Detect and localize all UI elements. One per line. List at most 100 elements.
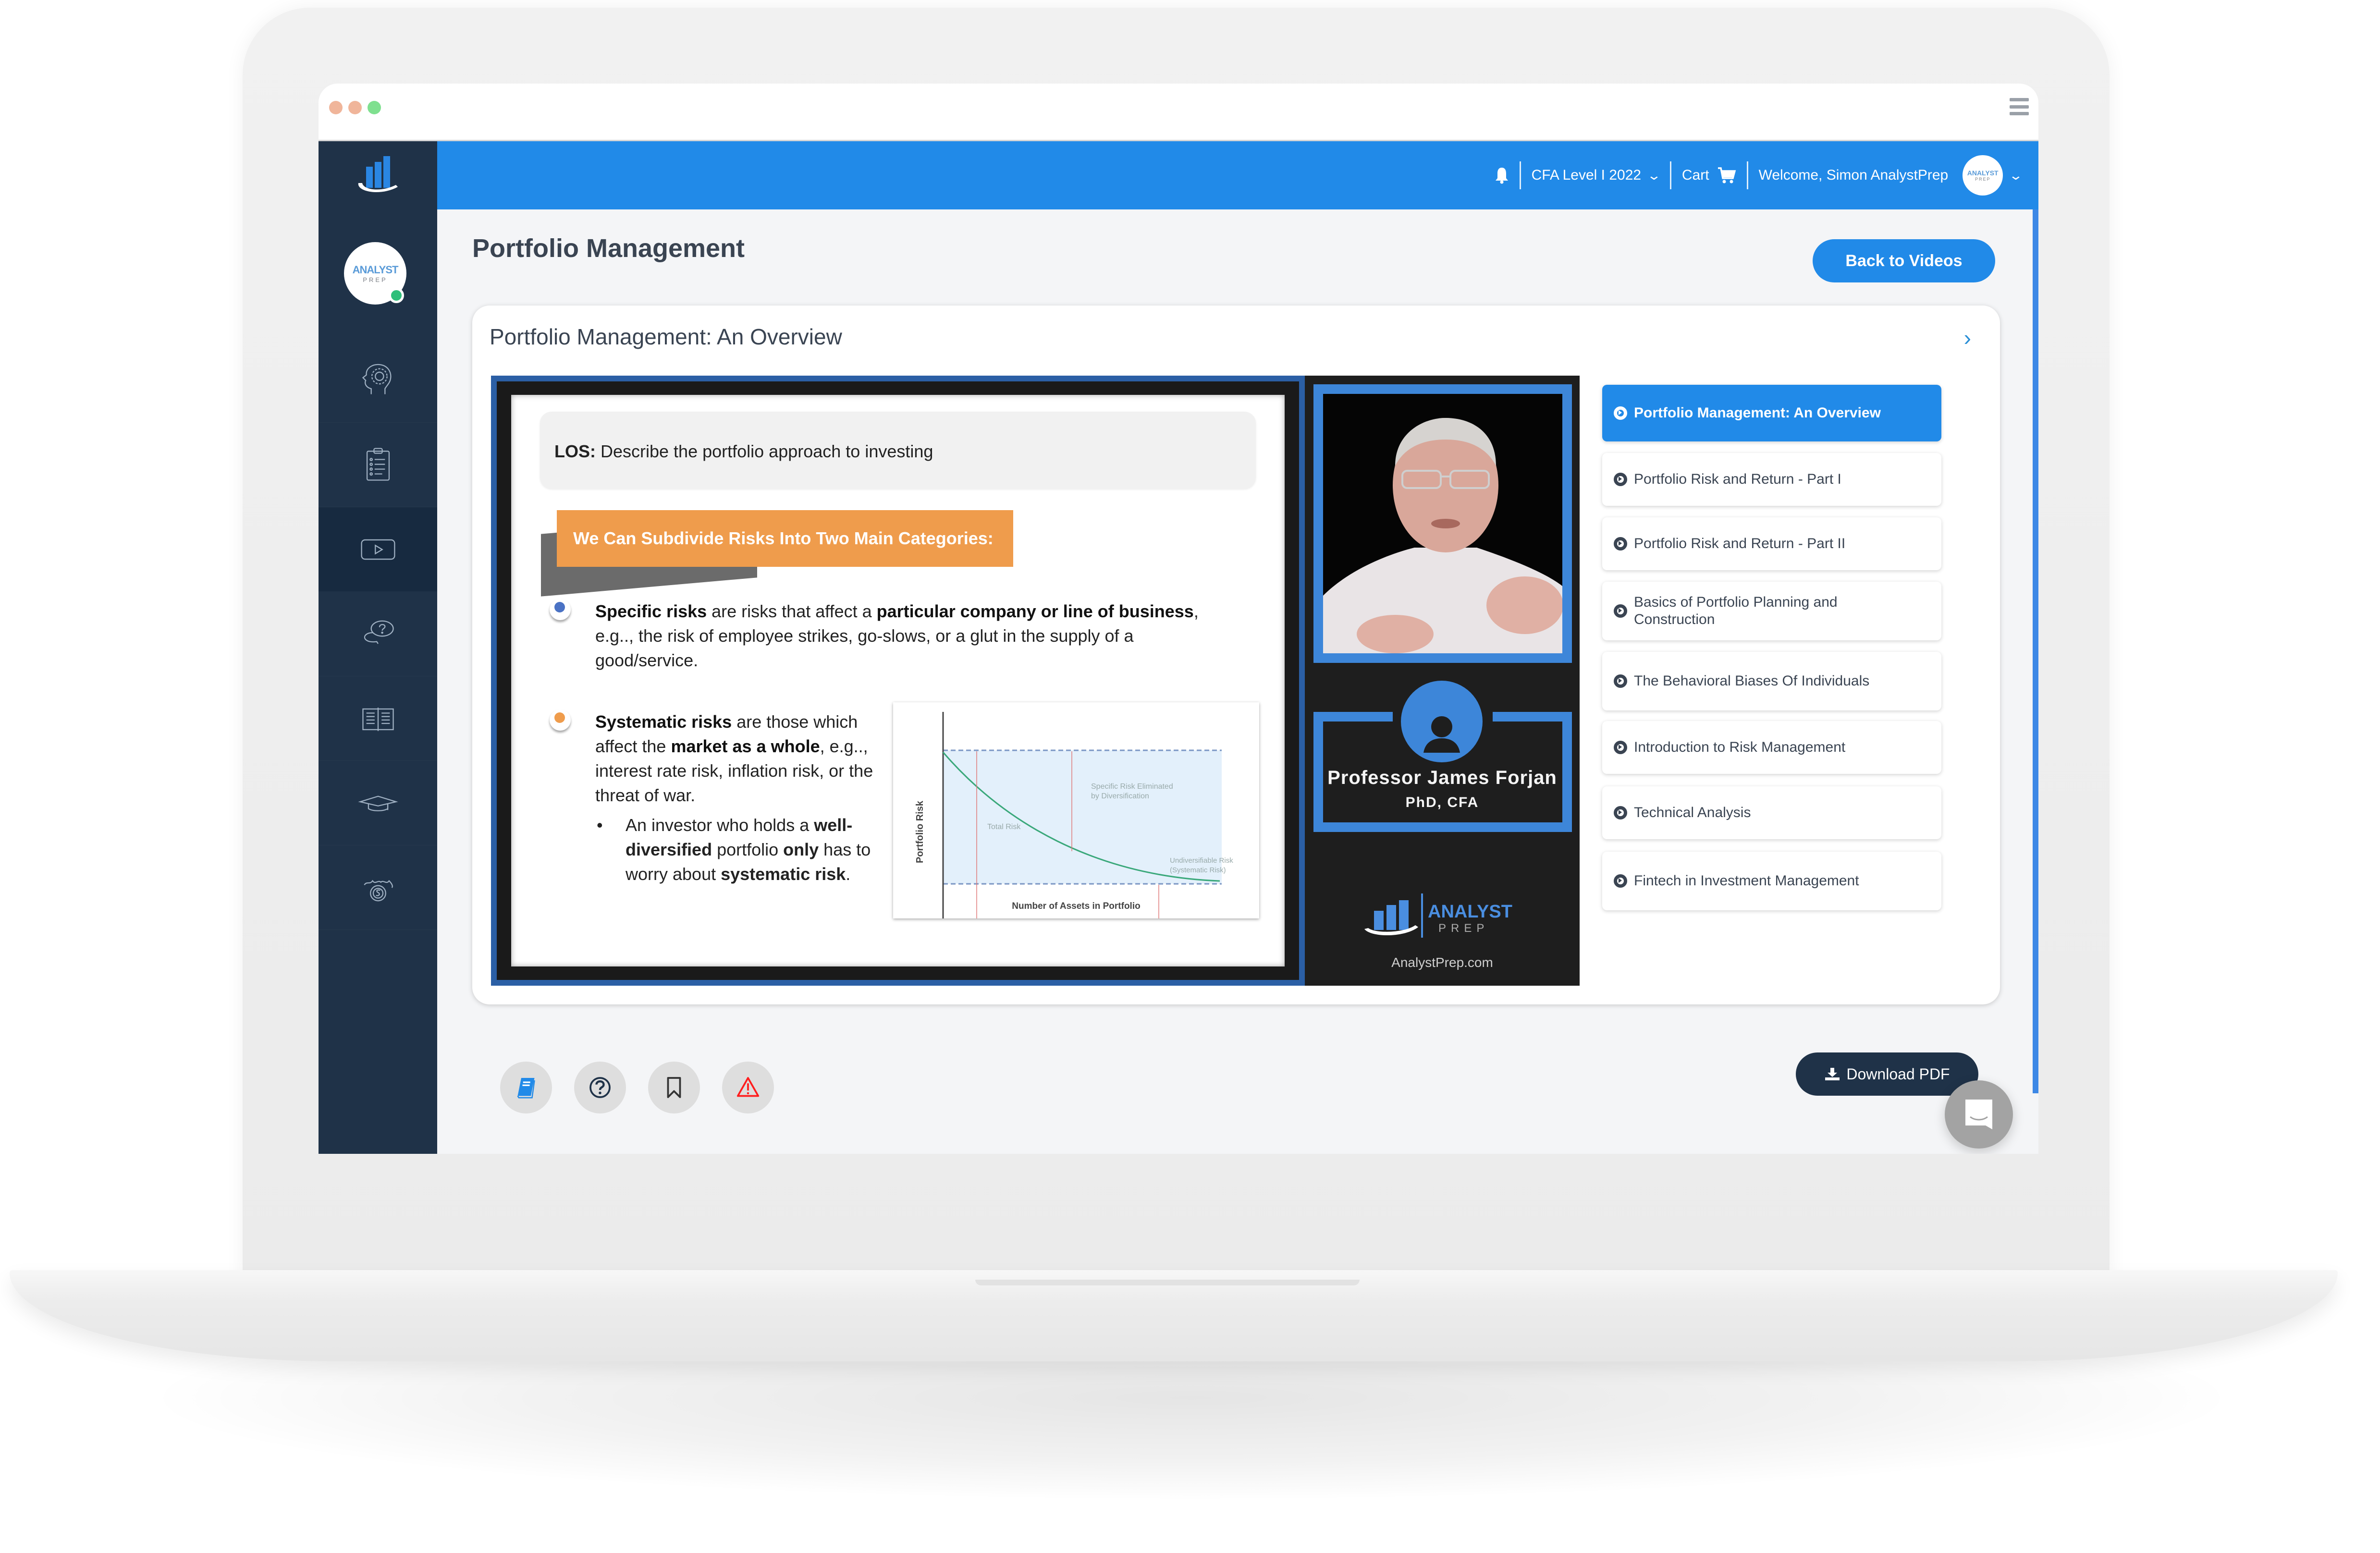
crown-coin-icon (363, 880, 393, 901)
ask-question-button[interactable] (574, 1062, 626, 1113)
lesson-item[interactable]: Introduction to Risk Management (1602, 721, 1941, 774)
analystprep-logo: ANALYST PREP (1364, 893, 1512, 938)
sidebar-item-study-notes[interactable] (319, 676, 437, 761)
los-label: LOS: (554, 441, 596, 461)
sub-bullet-fragment: portfolio (712, 840, 784, 859)
sidebar-item-exams[interactable] (319, 761, 437, 845)
slide-banner: We Can Subdivide Risks Into Two Main Cat… (557, 510, 1013, 567)
header-avatar: ANALYST PREP (1963, 155, 2003, 196)
report-issue-button[interactable] (722, 1062, 774, 1113)
presenter-credentials: PhD, CFA (1405, 795, 1479, 810)
los-description: Describe the portfolio approach to inves… (596, 441, 933, 461)
chevron-right-icon[interactable]: › (1964, 325, 1971, 351)
diagram-x-label: Number of Assets in Portfolio (1012, 901, 1140, 911)
lesson-title: Basics of Portfolio Planning and Constru… (1634, 594, 1838, 627)
course-selector-label: CFA Level I 2022 (1531, 167, 1642, 183)
lesson-title: Portfolio Risk and Return - Part I (1634, 471, 1841, 487)
sub-bullet-marker: • (597, 815, 603, 835)
sidebar-item-rewards[interactable] (319, 845, 437, 930)
minimize-window-icon[interactable] (348, 101, 362, 114)
welcome-text: Welcome, Simon AnalystPrep (1758, 167, 1949, 183)
sub-bullet-fragment: systematic risk (721, 864, 846, 884)
play-circle-icon (1614, 806, 1627, 819)
systematic-risks-fragment: Systematic risks (595, 712, 732, 732)
diagram-svg: Portfolio Risk Number of Assets in Portf… (915, 712, 1233, 918)
hamburger-icon[interactable] (2010, 98, 2029, 115)
play-circle-icon (1614, 741, 1627, 754)
cart-label: Cart (1681, 167, 1709, 183)
browser-window: ANALYST PREP CFA Level I 2022 ⌄ Cart Wel… (319, 84, 2038, 1154)
cart-icon (1718, 167, 1736, 183)
sub-bullet-fragment: An investor who holds a (626, 815, 814, 835)
logo-line2: PREP (1438, 922, 1489, 935)
question-chat-icon (364, 620, 394, 644)
chat-widget-button[interactable] (1945, 1080, 2013, 1149)
download-pdf-button[interactable]: Download PDF (1796, 1052, 1978, 1096)
sidebar-item-practice[interactable] (319, 423, 437, 507)
page-title: Portfolio Management (472, 234, 745, 263)
online-status-indicator (389, 288, 404, 303)
lesson-title: The Behavioral Biases Of Individuals (1634, 673, 1870, 689)
bell-icon (1495, 168, 1508, 184)
laptop-notch (975, 1280, 1360, 1285)
sub-bullet-diversified: An investor who holds a well-diversified… (626, 813, 880, 886)
play-circle-icon (1614, 604, 1627, 618)
lesson-item[interactable]: Technical Analysis (1602, 786, 1941, 839)
systematic-risk-label-2: (Systematic Risk) (1170, 866, 1226, 874)
analystprep-logo[interactable] (319, 141, 437, 208)
presenter-webcam (1323, 394, 1562, 653)
lesson-title: Portfolio Risk and Return - Part II (1634, 536, 1846, 551)
bullet-specific-risks: Specific risks are risks that affect a p… (595, 599, 1234, 673)
specific-risk-label-2: by Diversification (1091, 792, 1149, 800)
lesson-item[interactable]: Portfolio Management: An Overview (1602, 385, 1941, 441)
total-risk-label: Total Risk (987, 823, 1021, 831)
bullet-systematic-risks: Systematic risks are those which affect … (595, 709, 883, 807)
download-pdf-label: Download PDF (1846, 1065, 1950, 1083)
course-selector[interactable]: CFA Level I 2022 ⌄ (1531, 167, 1662, 183)
notes-button[interactable] (500, 1062, 552, 1113)
notifications-button[interactable] (1495, 167, 1509, 184)
play-circle-icon (1614, 537, 1627, 550)
warning-icon (736, 1077, 760, 1097)
head-gear-icon (362, 364, 391, 394)
bars-logo-icon (358, 156, 398, 193)
specific-risk-label-1: Specific Risk Eliminated (1091, 783, 1173, 791)
close-window-icon[interactable] (329, 101, 343, 114)
scrollbar[interactable] (2033, 209, 2038, 1093)
user-menu[interactable]: Welcome, Simon AnalystPrep ANALYST PREP … (1758, 155, 2023, 196)
sidebar-item-learn[interactable] (319, 338, 437, 423)
presenter-name: Professor James Forjan (1327, 767, 1557, 788)
play-circle-icon (1614, 406, 1627, 420)
specific-risks-fragment: particular company or line of business (876, 601, 1194, 621)
bullet-dot-blue (550, 599, 571, 620)
diagram-y-label: Portfolio Risk (915, 800, 925, 863)
video-player[interactable]: LOS: Describe the portfolio approach to … (491, 376, 1580, 986)
lesson-item[interactable]: Portfolio Risk and Return - Part I (1602, 453, 1941, 506)
header-divider (1669, 161, 1671, 189)
systematic-risks-fragment: market as a whole (671, 736, 820, 756)
download-icon (1825, 1068, 1840, 1080)
lesson-item[interactable]: The Behavioral Biases Of Individuals (1602, 652, 1941, 710)
bookmark-icon (667, 1077, 681, 1098)
presenter-panel: Professor James Forjan PhD, CFA ANALYST … (1305, 376, 1580, 986)
sidebar-item-videos[interactable] (319, 507, 437, 592)
laptop-mockup: ANALYST PREP CFA Level I 2022 ⌄ Cart Wel… (0, 0, 2380, 1553)
lesson-title: Technical Analysis (1634, 805, 1751, 820)
diversification-diagram: Portfolio Risk Number of Assets in Portf… (893, 702, 1259, 918)
cart-button[interactable]: Cart (1682, 167, 1736, 184)
webcam-frame (1313, 384, 1572, 663)
play-circle-icon (1614, 874, 1627, 888)
systematic-risk-label-1: Undiversifiable Risk (1170, 856, 1233, 865)
maximize-window-icon[interactable] (368, 101, 381, 114)
header-avatar-line1: ANALYST (1967, 169, 1999, 177)
question-circle-icon (589, 1077, 611, 1098)
lesson-item[interactable]: Basics of Portfolio Planning and Constru… (1602, 582, 1941, 640)
sidebar-item-qa[interactable] (319, 592, 437, 676)
lesson-item[interactable]: Fintech in Investment Management (1602, 852, 1941, 910)
logo-line1: ANALYST (1428, 902, 1512, 922)
bookmark-button[interactable] (648, 1062, 700, 1113)
header-divider (1746, 161, 1748, 189)
back-to-videos-button[interactable]: Back to Videos (1813, 239, 1995, 282)
window-titlebar (319, 84, 2038, 141)
lesson-item[interactable]: Portfolio Risk and Return - Part II (1602, 517, 1941, 570)
